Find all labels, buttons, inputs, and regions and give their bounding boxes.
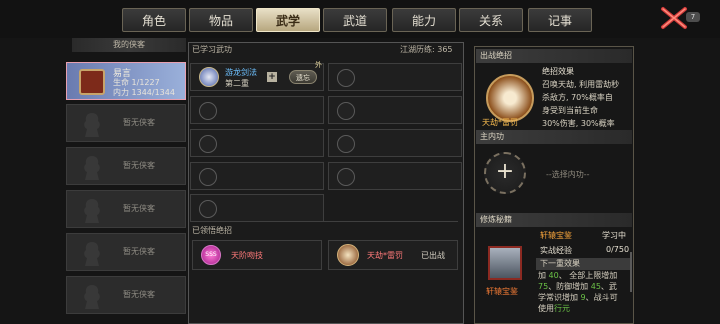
thunder-ultimate-icon[interactable] bbox=[486, 74, 534, 122]
skill-slot-empty[interactable] bbox=[190, 162, 324, 190]
empty-hero-label: 暂无侠客 bbox=[123, 118, 155, 127]
combat-exp-value: 0/750 bbox=[606, 245, 630, 254]
hero-card-empty[interactable]: 暂无侠客 bbox=[66, 147, 186, 185]
tab-character[interactable]: 角色 bbox=[122, 8, 186, 32]
next-effect-line: 75、防御增加 45、武 bbox=[538, 282, 617, 291]
tab-martial-arts[interactable]: 武学 bbox=[256, 8, 320, 32]
ultimates-title: 已领悟绝招 bbox=[192, 226, 232, 235]
empty-slot-icon bbox=[199, 168, 217, 186]
empty-hero-silhouette-icon bbox=[84, 199, 100, 223]
close-icon[interactable] bbox=[660, 6, 688, 30]
manual-title: 修炼秘籍 bbox=[476, 213, 632, 227]
effect-line: 杀敌方, 70%概率自 bbox=[542, 93, 613, 102]
tab-abilities[interactable]: 能力 bbox=[392, 8, 456, 32]
manual-name: 轩辕宝鉴 bbox=[540, 231, 572, 240]
next-effect-line: 使用行元 bbox=[538, 304, 570, 313]
battle-ultimate-name: 天劫*雷罚 bbox=[482, 118, 518, 127]
skill-slot-empty[interactable] bbox=[190, 194, 324, 222]
skill-name: 游龙剑法 bbox=[225, 68, 257, 77]
combat-exp-label: 实战经验 bbox=[540, 246, 572, 255]
manual-icon-label: 轩辕宝鉴 bbox=[486, 287, 518, 296]
empty-hero-silhouette-icon bbox=[84, 113, 100, 137]
external-skill-badge: 外 bbox=[315, 61, 322, 69]
roster-title: 我的侠客 bbox=[72, 38, 186, 52]
empty-hero-label: 暂无侠客 bbox=[123, 161, 155, 170]
empty-hero-label: 暂无侠客 bbox=[123, 204, 155, 213]
thunder-skill-icon bbox=[337, 244, 359, 266]
hero-card-empty[interactable]: 暂无侠客 bbox=[66, 233, 186, 271]
empty-slot-icon bbox=[199, 135, 217, 153]
skill-slot-empty[interactable] bbox=[190, 96, 324, 124]
hero-card-empty[interactable]: 暂无侠客 bbox=[66, 276, 186, 314]
skill-slot-empty[interactable] bbox=[328, 162, 462, 190]
next-level-title: 下一重效果 bbox=[536, 258, 630, 270]
empty-hero-silhouette-icon bbox=[84, 285, 100, 309]
battle-ultimate-title: 出战绝招 bbox=[476, 49, 632, 63]
empty-slot-icon bbox=[337, 102, 355, 120]
empty-hero-silhouette-icon bbox=[84, 156, 100, 180]
effect-title: 绝招效果 bbox=[542, 67, 574, 76]
empty-slot-icon bbox=[337, 69, 355, 87]
effect-line: 召唤天劫, 利用雷劫秒 bbox=[542, 80, 620, 89]
top-tab-bar: 角色 物品 武学 武道 能力 关系 记事 7 bbox=[0, 0, 720, 38]
empty-slot-icon bbox=[337, 135, 355, 153]
skill-slot-empty[interactable] bbox=[328, 129, 462, 157]
tab-items[interactable]: 物品 bbox=[189, 8, 253, 32]
next-effect-line: 学常识增加 9、战斗可 bbox=[538, 293, 618, 302]
empty-hero-label: 暂无侠客 bbox=[123, 290, 155, 299]
scrollbar[interactable] bbox=[630, 252, 632, 292]
skill-level: 第二重 bbox=[225, 79, 249, 88]
main-neigong-title: 主内功 bbox=[476, 130, 632, 144]
empty-slot-icon bbox=[337, 168, 355, 186]
learned-skills-title: 已学习武功 bbox=[192, 45, 232, 54]
skill-slot-empty[interactable] bbox=[328, 96, 462, 124]
neigong-select-hint[interactable]: --选择内功-- bbox=[546, 169, 590, 180]
effect-line: 30%伤害, 30%概率 bbox=[542, 119, 615, 128]
forget-button[interactable]: 遗忘 bbox=[289, 70, 317, 84]
hero-mp: 内力 1344/1344 bbox=[113, 88, 175, 97]
add-neigong-button[interactable]: + bbox=[484, 152, 526, 194]
kiss-skill-icon: SSS bbox=[201, 245, 221, 265]
ultimate-name: 天阶吻技 bbox=[231, 251, 263, 260]
skill-slot-empty[interactable] bbox=[328, 63, 462, 91]
equipped-status: 已出战 bbox=[421, 251, 445, 260]
skill-slot-filled[interactable]: 游龙剑法 第二重 + 遗忘 外 bbox=[190, 61, 324, 91]
tab-relations[interactable]: 关系 bbox=[459, 8, 523, 32]
ultimate-slot[interactable]: SSS 天阶吻技 bbox=[192, 240, 322, 270]
manual-book-icon[interactable] bbox=[488, 246, 522, 280]
ultimate-slot-equipped[interactable]: 天劫*雷罚 已出战 bbox=[328, 240, 458, 270]
sword-skill-icon bbox=[199, 67, 219, 87]
upgrade-plus-icon[interactable]: + bbox=[267, 72, 277, 82]
tab-martial-way[interactable]: 武道 bbox=[323, 8, 387, 32]
hero-card-active[interactable]: 易言 生命 1/1227 内力 1344/1344 bbox=[66, 62, 186, 100]
empty-slot-icon bbox=[199, 200, 217, 218]
empty-slot-icon bbox=[199, 102, 217, 120]
effect-line: 身受到当前生命 bbox=[542, 106, 598, 115]
ultimate-name: 天劫*雷罚 bbox=[367, 251, 403, 260]
close-count-badge: 7 bbox=[686, 12, 700, 22]
hero-portrait bbox=[79, 69, 105, 95]
empty-hero-label: 暂无侠客 bbox=[123, 247, 155, 256]
hero-card-empty[interactable]: 暂无侠客 bbox=[66, 104, 186, 142]
next-effect-line: 加 40、 全部上限增加 bbox=[538, 271, 618, 280]
plus-icon: + bbox=[495, 159, 515, 184]
hero-card-empty[interactable]: 暂无侠客 bbox=[66, 190, 186, 228]
skill-slot-empty[interactable] bbox=[190, 129, 324, 157]
empty-hero-silhouette-icon bbox=[84, 242, 100, 266]
experience-readout: 江湖历练: 365 bbox=[400, 45, 453, 54]
manual-state: 学习中 bbox=[602, 231, 626, 240]
tab-journal[interactable]: 记事 bbox=[528, 8, 592, 32]
section-divider bbox=[192, 221, 458, 222]
